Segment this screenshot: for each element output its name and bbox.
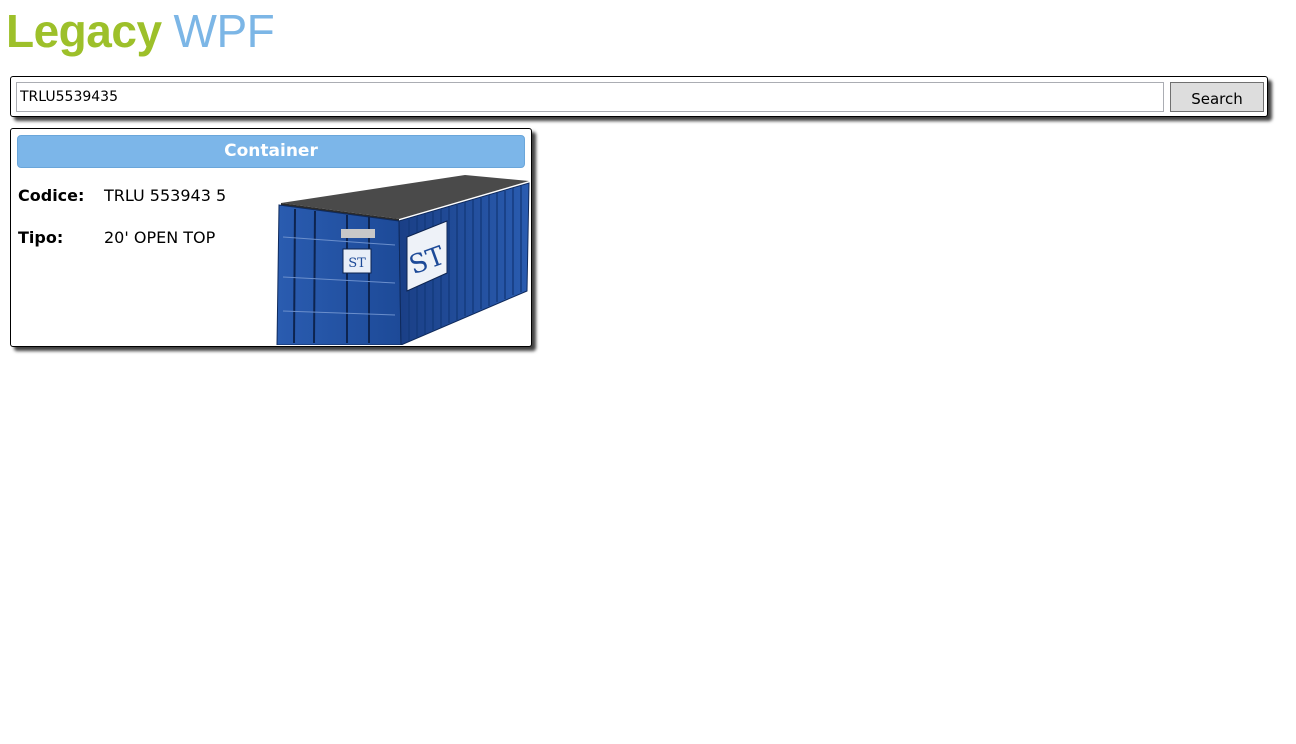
search-panel: Search <box>10 76 1268 117</box>
card-header: Container <box>17 135 525 168</box>
tipo-label: Tipo: <box>18 228 64 247</box>
door-logo: ST <box>348 256 366 271</box>
app-title: Legacy WPF <box>6 4 275 58</box>
codice-value: TRLU 553943 5 <box>104 186 227 205</box>
shipping-container-icon: ST ST <box>276 175 530 345</box>
search-input[interactable] <box>16 82 1164 112</box>
app-title-wpf: WPF <box>173 5 275 57</box>
codice-label: Codice: <box>18 186 85 205</box>
search-button[interactable]: Search <box>1170 82 1264 112</box>
tipo-value: 20' OPEN TOP <box>104 228 216 247</box>
container-card: Container Codice: TRLU 553943 5 Tipo: 20… <box>10 128 532 347</box>
app-title-legacy: Legacy <box>6 5 162 57</box>
